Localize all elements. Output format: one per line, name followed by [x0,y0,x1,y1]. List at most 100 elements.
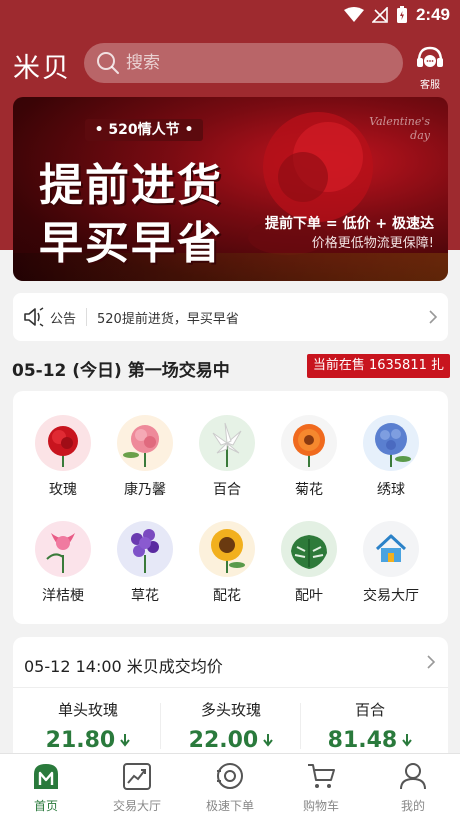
category-icon-bg [35,521,91,577]
price-item-value: 22.00 [188,728,259,753]
category-grid: 玫瑰 康乃馨 百合 菊花 绣球 洋桔梗 草花 配花 配叶 交易大厅 [13,391,448,624]
arrow-down-icon [120,734,131,747]
category-label: 玫瑰 [49,482,77,498]
price-item[interactable]: 多头玫瑰 22.00 [161,699,301,753]
announcement-title: 公告 [50,311,77,327]
category-leaf[interactable]: 配叶 [273,521,345,605]
category-flower-grass[interactable]: 草花 [109,521,181,605]
category-icon-bg [363,415,419,471]
trend-chart-icon [123,763,151,790]
category-icon-bg [281,521,337,577]
service-label: 客服 [420,80,440,91]
carnation-icon [123,425,159,467]
banner-tag: • 520情人节 • [85,119,203,141]
headset-icon [417,46,443,67]
price-item[interactable]: 单头玫瑰 21.80 [18,699,158,753]
category-lily[interactable]: 百合 [191,415,263,499]
house-icon [375,534,407,562]
category-label: 康乃馨 [124,482,166,498]
battery-icon [396,6,407,23]
category-label: 菊花 [295,482,323,498]
cart-icon [308,764,335,788]
tab-trading-hall[interactable]: 交易大厅 [97,761,177,814]
divider [13,687,448,688]
banner-subtitle-2: 价格更低物流更保障! [311,236,434,251]
category-icon-bg [199,521,255,577]
search-bar[interactable] [84,43,403,83]
banner-headline-2: 早买早省 [39,218,223,269]
category-icon-bg [199,415,255,471]
tab-cart[interactable]: 购物车 [281,761,361,814]
announcement-text: 520提前进货，早买早省 [97,311,239,327]
tab-label: 首页 [33,799,58,813]
average-price-title: 05-12 14:00 米贝成交均价 [24,657,223,676]
announcement-divider [86,308,88,326]
app-logo: 米贝 [13,53,71,84]
app-header: 米贝 客服 [0,40,460,91]
arrow-down-icon [402,734,413,747]
arrow-down-icon [263,734,274,747]
price-item-name: 百合 [354,701,385,719]
average-price-card[interactable]: 05-12 14:00 米贝成交均价 单头玫瑰 21.80 多头玫瑰 22.00… [13,637,448,767]
customer-service-button[interactable]: 客服 [412,44,448,91]
category-icon-bg [117,415,173,471]
signal-off-icon [371,7,388,23]
tab-quick-order[interactable]: 极速下单 [190,761,270,814]
announcement-bar[interactable]: 公告 520提前进货，早买早省 [13,293,448,341]
session-title: 05-12 (今日) 第一场交易中 [12,361,230,381]
category-label: 洋桔梗 [42,588,84,604]
promo-banner[interactable]: Valentine's day • 520情人节 • 提前进货 早买早省 提前下… [13,97,448,281]
tab-label: 购物车 [302,799,339,813]
tab-profile[interactable]: 我的 [373,761,453,814]
speaker-icon [24,307,44,327]
price-item-value: 21.80 [45,728,116,753]
banner-script-text: Valentine's day [369,115,430,142]
category-icon-bg [281,415,337,471]
tab-label: 我的 [400,799,425,813]
tab-home[interactable]: 首页 [6,761,86,814]
search-input[interactable] [126,53,376,73]
user-icon [400,763,426,790]
chevron-right-icon [429,310,438,324]
hydrangea-icon [375,423,411,467]
banner-headline-1: 提前进货 [39,160,223,211]
chevron-right-icon [427,655,436,669]
category-rose[interactable]: 玫瑰 [27,415,99,499]
flower-grass-icon [131,529,159,573]
on-sale-badge: 当前在售 1635811 扎 [306,354,450,378]
category-chrysanthemum[interactable]: 菊花 [273,415,345,499]
category-carnation[interactable]: 康乃馨 [109,415,181,499]
category-label: 配叶 [295,588,323,604]
category-icon-bg [363,521,419,577]
price-item-value: 81.48 [327,728,398,753]
category-label: 配花 [213,588,241,604]
banner-subtitle-1: 提前下单 = 低价 + 极速达 [265,216,434,232]
category-label: 交易大厅 [363,588,419,604]
status-bar: 2:49 [0,0,460,32]
category-icon-bg [117,521,173,577]
price-item-name: 单头玫瑰 [57,701,118,719]
category-icon-bg [35,415,91,471]
status-time: 2:49 [415,5,450,24]
price-item[interactable]: 百合 81.48 [300,699,440,753]
chrysanthemum-icon [293,424,325,467]
bottom-tab-bar: 首页 交易大厅 极速下单 购物车 我的 [0,753,460,819]
category-label: 绣球 [377,482,405,498]
rose-icon [48,426,78,467]
wifi-icon [343,7,364,22]
tab-label: 交易大厅 [112,799,161,813]
monstera-leaf-icon [291,535,327,569]
category-trading-hall[interactable]: 交易大厅 [355,521,427,605]
category-label: 百合 [213,482,241,498]
category-sunflower[interactable]: 配花 [191,521,263,605]
search-icon [97,52,119,74]
category-label: 草花 [131,588,159,604]
category-hydrangea[interactable]: 绣球 [355,415,427,499]
home-icon [34,764,58,789]
category-eustoma[interactable]: 洋桔梗 [27,521,99,605]
lily-icon [212,422,242,467]
sunflower-icon [211,529,245,573]
price-item-name: 多头玫瑰 [200,701,261,719]
tab-label: 极速下单 [205,799,254,813]
eustoma-icon [46,533,75,573]
